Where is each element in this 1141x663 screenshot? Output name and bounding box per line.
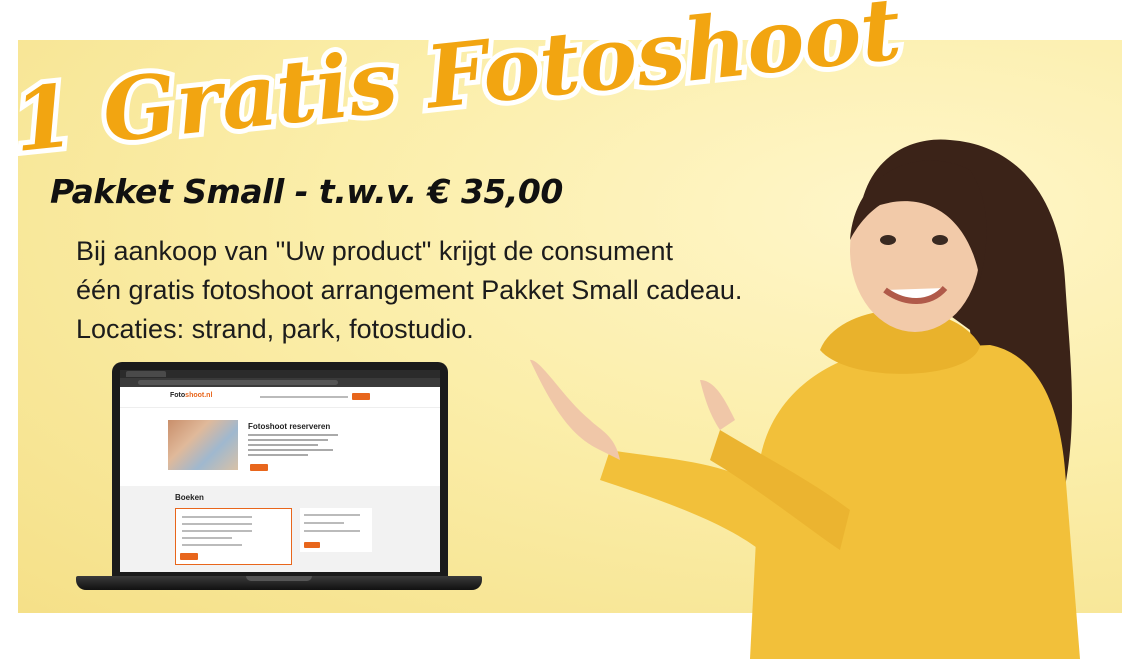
headline: 1 Gratis Fotoshoot 1 Gratis Fotoshoot <box>4 0 911 177</box>
browser-tabbar <box>120 370 440 378</box>
site-logo: Fotoshoot.nl <box>170 392 213 399</box>
girl-photo <box>520 130 1141 659</box>
book-title: Boeken <box>175 493 204 502</box>
laptop-screen: Fotoshoot.nl Fotoshoot reserveren Boeken <box>120 370 440 572</box>
package-title: Pakket Small - t.w.v. € 35,00 <box>50 172 563 211</box>
site-nav: Fotoshoot.nl <box>120 387 440 408</box>
browser-addressbar <box>120 378 440 387</box>
laptop-lid: Fotoshoot.nl Fotoshoot reserveren Boeken <box>112 362 448 580</box>
hero-title: Fotoshoot reserveren <box>248 422 331 431</box>
laptop-mockup: Fotoshoot.nl Fotoshoot reserveren Boeken <box>76 362 482 598</box>
hero-photo <box>168 420 238 470</box>
